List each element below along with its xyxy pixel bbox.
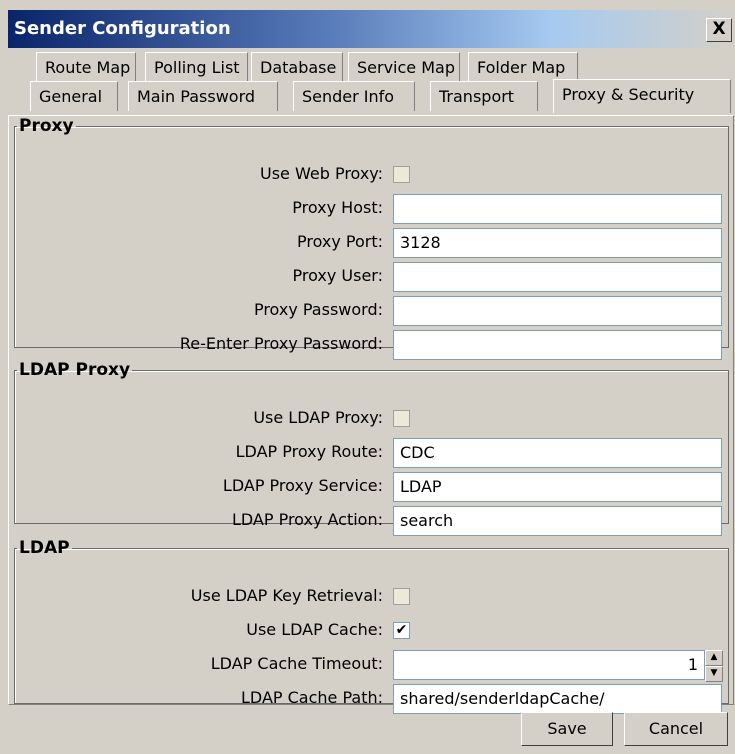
proxy-host-label: Proxy Host: (292, 198, 383, 217)
tab-service-map[interactable]: Service Map (348, 52, 460, 82)
proxy-group-legend: Proxy (19, 116, 74, 136)
title-bar: Sender Configuration X (8, 10, 734, 48)
use-ldap-proxy-checkbox[interactable] (393, 410, 410, 427)
ldap-proxy-action-row: LDAP Proxy Action: search (15, 506, 728, 536)
proxy-group: Proxy Use Web Proxy: Proxy Host: Proxy P… (14, 116, 729, 360)
ldap-cache-path-input[interactable]: shared/senderldapCache/ (393, 684, 722, 714)
ldap-proxy-group: LDAP Proxy Use LDAP Proxy: LDAP Proxy Ro… (14, 360, 729, 536)
ldap-proxy-service-row: LDAP Proxy Service: LDAP (15, 472, 728, 502)
proxy-user-label: Proxy User: (292, 266, 384, 285)
tab-proxy-security[interactable]: Proxy & Security (553, 79, 731, 113)
tab-sender-info[interactable]: Sender Info (293, 81, 415, 111)
use-ldap-cache-row: Use LDAP Cache: ✔ (15, 616, 728, 646)
reenter-proxy-password-row: Re-Enter Proxy Password: (15, 330, 728, 360)
use-ldap-key-retrieval-label: Use LDAP Key Retrieval: (190, 586, 383, 605)
ldap-proxy-action-label: LDAP Proxy Action: (231, 510, 383, 529)
ldap-proxy-service-label: LDAP Proxy Service: (222, 476, 383, 495)
proxy-port-label: Proxy Port: (296, 232, 383, 251)
tab-polling-list[interactable]: Polling List (145, 52, 248, 82)
tab-folder-map[interactable]: Folder Map (468, 52, 578, 82)
ldap-cache-path-row: LDAP Cache Path: shared/senderldapCache/ (15, 684, 728, 714)
ldap-cache-timeout-row: LDAP Cache Timeout: 1 ▲ ▼ (15, 650, 728, 682)
use-ldap-proxy-label: Use LDAP Proxy: (253, 408, 383, 427)
close-button[interactable]: X (706, 18, 732, 42)
spin-down-icon[interactable]: ▼ (705, 666, 723, 682)
use-ldap-key-retrieval-checkbox[interactable] (393, 588, 410, 605)
ldap-cache-timeout-label: LDAP Cache Timeout: (210, 654, 383, 673)
use-ldap-cache-checkbox[interactable]: ✔ (393, 622, 410, 639)
use-ldap-proxy-row: Use LDAP Proxy: (15, 404, 728, 434)
proxy-user-input[interactable] (393, 262, 722, 292)
spin-up-icon[interactable]: ▲ (705, 650, 723, 666)
checkmark-icon: ✔ (395, 622, 408, 638)
proxy-user-row: Proxy User: (15, 262, 728, 292)
proxy-host-row: Proxy Host: (15, 194, 728, 224)
proxy-password-label: Proxy Password: (253, 300, 383, 319)
use-web-proxy-label: Use Web Proxy: (260, 164, 383, 183)
use-ldap-cache-label: Use LDAP Cache: (246, 620, 383, 639)
proxy-password-row: Proxy Password: (15, 296, 728, 326)
ldap-group: LDAP Use LDAP Key Retrieval: Use LDAP Ca… (14, 538, 729, 714)
proxy-port-input[interactable]: 3128 (393, 228, 722, 258)
ldap-proxy-route-label: LDAP Proxy Route: (235, 442, 383, 461)
tab-general[interactable]: General (30, 81, 118, 111)
ldap-cache-timeout-input[interactable]: 1 (393, 650, 705, 680)
proxy-host-input[interactable] (393, 194, 722, 224)
ldap-cache-timeout-spinner: ▲ ▼ (705, 650, 723, 682)
reenter-proxy-password-label: Re-Enter Proxy Password: (179, 334, 383, 353)
ldap-group-legend: LDAP (19, 538, 70, 558)
ldap-proxy-group-legend: LDAP Proxy (19, 360, 131, 380)
use-web-proxy-checkbox[interactable] (393, 166, 410, 183)
sender-configuration-dialog: Sender Configuration X Route Map Polling… (0, 0, 735, 754)
ldap-proxy-route-input[interactable]: CDC (393, 438, 722, 468)
tab-route-map[interactable]: Route Map (36, 52, 136, 82)
ldap-proxy-action-input[interactable]: search (393, 506, 722, 536)
reenter-proxy-password-input[interactable] (393, 330, 722, 360)
ldap-cache-path-label: LDAP Cache Path: (240, 688, 383, 707)
proxy-password-input[interactable] (393, 296, 722, 326)
window-title: Sender Configuration (14, 18, 231, 39)
use-ldap-key-retrieval-row: Use LDAP Key Retrieval: (15, 582, 728, 612)
cancel-button[interactable]: Cancel (624, 712, 728, 746)
tab-main-password[interactable]: Main Password (128, 81, 278, 111)
use-web-proxy-row: Use Web Proxy: (15, 160, 728, 190)
proxy-port-row: Proxy Port: 3128 (15, 228, 728, 258)
ldap-proxy-service-input[interactable]: LDAP (393, 472, 722, 502)
ldap-proxy-route-row: LDAP Proxy Route: CDC (15, 438, 728, 468)
save-button[interactable]: Save (521, 712, 613, 746)
tab-transport[interactable]: Transport (430, 81, 538, 111)
tab-database[interactable]: Database (251, 52, 343, 82)
